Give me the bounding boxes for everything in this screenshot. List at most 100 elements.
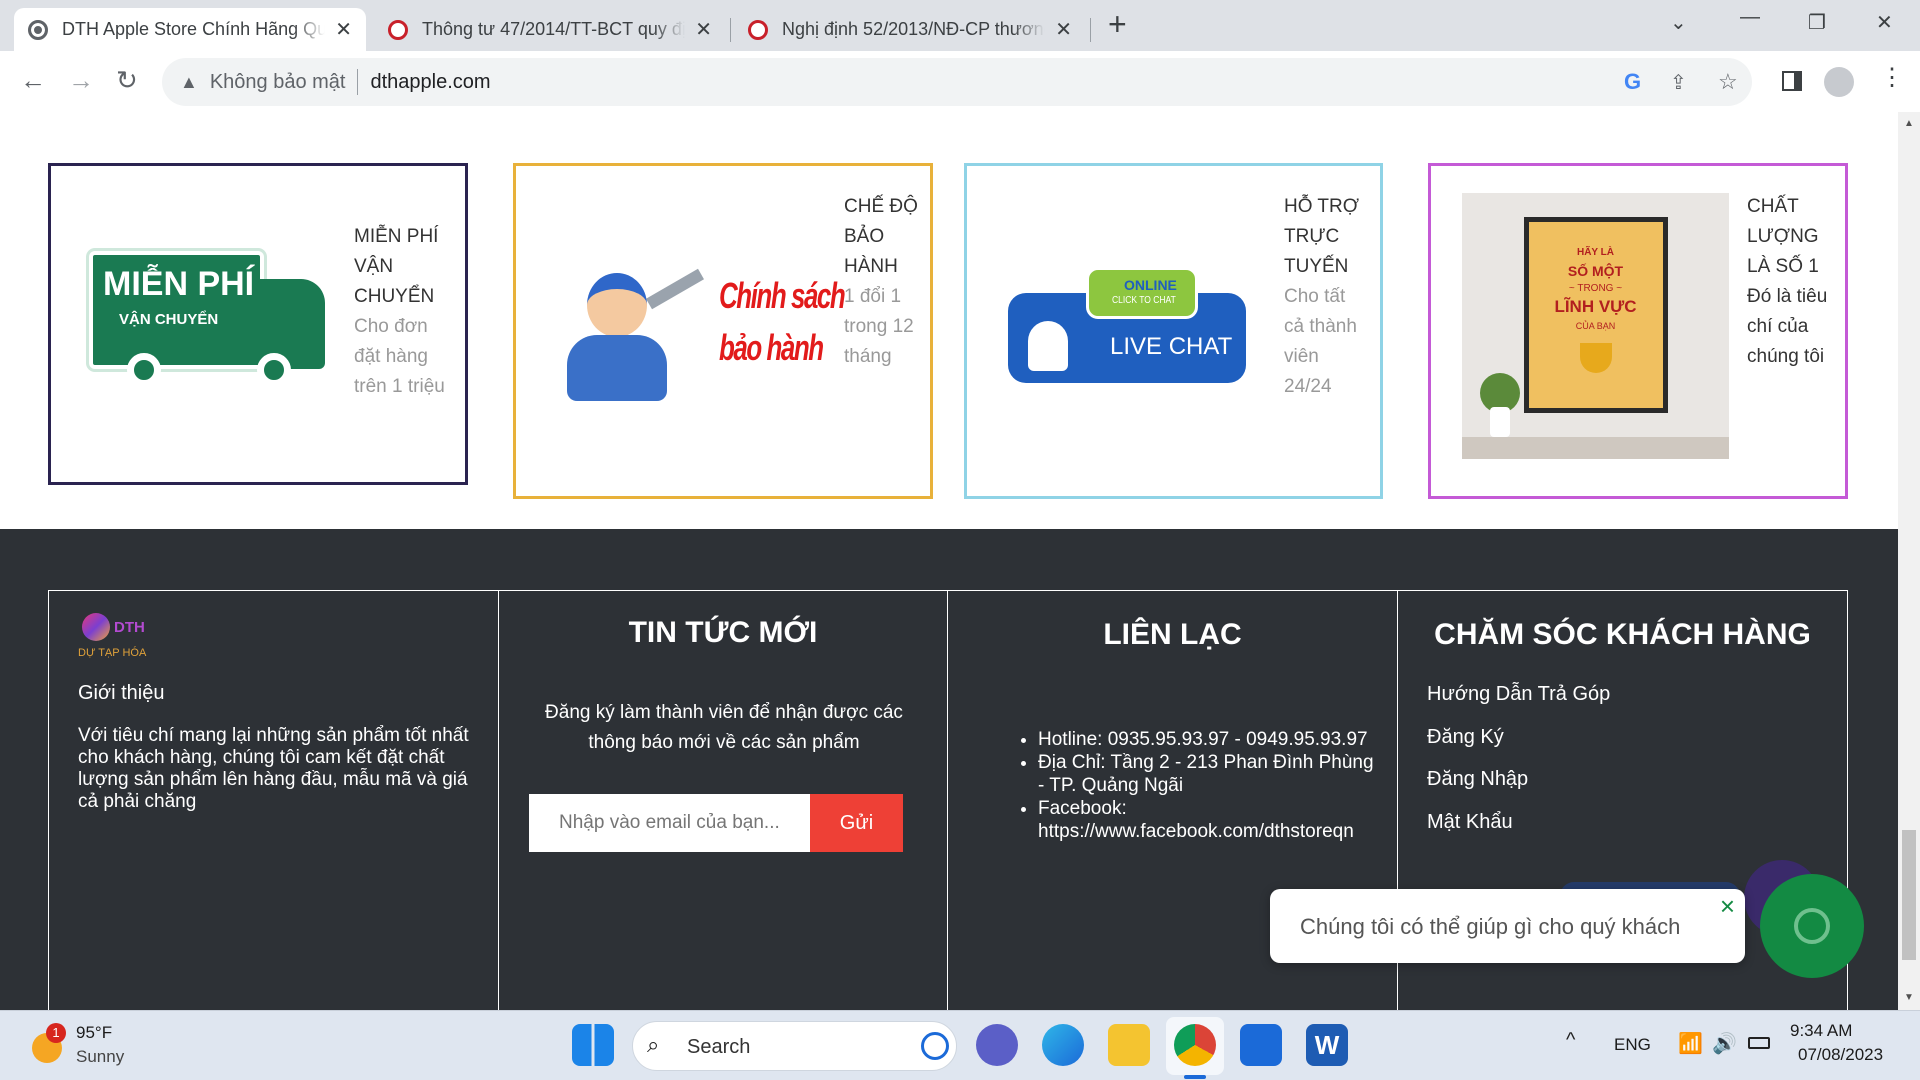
email-input[interactable] <box>529 794 810 852</box>
contact-list: Hotline: 0935.95.93.97 - 0949.95.93.97 Đ… <box>1038 728 1378 843</box>
footer-col-about: DTH DỰ TẠP HÓA Giới thiệu Với tiêu chí m… <box>48 590 499 1010</box>
live-chat-text: LIVE CHAT <box>1110 333 1233 360</box>
menu-dots-icon[interactable]: ⋮ <box>1880 63 1904 92</box>
battery-icon[interactable] <box>1748 1037 1770 1049</box>
tab-separator <box>1090 18 1091 42</box>
tab-thong-tu[interactable]: Thông tư 47/2014/TT-BCT quy định về quản… <box>374 8 726 51</box>
google-icon[interactable]: G <box>1624 69 1641 95</box>
browser-toolbar: ← → ↻ ▲ Không bảo mật dthapple.com G ⇪ ☆… <box>0 51 1920 112</box>
apple-logo-icon <box>82 613 110 641</box>
file-explorer-icon[interactable] <box>1108 1024 1150 1066</box>
mechanic-body <box>567 335 667 401</box>
clock-time[interactable]: 9:34 AM <box>1790 1021 1852 1041</box>
star-icon[interactable]: ☆ <box>1718 69 1738 95</box>
send-button[interactable]: Gửi <box>810 794 903 852</box>
scroll-up-arrow[interactable]: ▲ <box>1904 118 1914 129</box>
site-logo-icon <box>388 19 408 40</box>
chrome-active-indicator <box>1184 1075 1206 1079</box>
warranty-text-2: bảo hành <box>719 327 824 368</box>
profile-avatar-icon[interactable] <box>1824 67 1854 97</box>
restore-icon[interactable]: ❐ <box>1808 10 1826 35</box>
poster-text-5: CỦA BẠN <box>1575 321 1616 331</box>
contact-facebook[interactable]: Facebook: https://www.facebook.com/dthst… <box>1038 797 1378 843</box>
page-scrollbar[interactable]: ▲ ▼ <box>1898 112 1920 1010</box>
feature-free-shipping[interactable]: MIỄN PHÍ VẬN CHUYỂN MIỄN PHÍ VẬN CHUYỂN … <box>48 163 468 485</box>
page-viewport: MIỄN PHÍ VẬN CHUYỂN MIỄN PHÍ VẬN CHUYỂN … <box>0 112 1898 1010</box>
contact-title: LIÊN LẠC <box>1103 618 1242 651</box>
taskbar-search[interactable]: ⌕ Search <box>632 1021 957 1071</box>
wifi-icon[interactable]: 📶 <box>1678 1031 1703 1056</box>
logo-text: DTH <box>114 619 145 636</box>
globe-icon <box>28 19 48 40</box>
scroll-down-arrow[interactable]: ▼ <box>1904 992 1914 1003</box>
online-text: ONLINE <box>1124 277 1177 293</box>
window-close-icon[interactable]: ✕ <box>1876 10 1893 35</box>
address-bar[interactable]: ▲ Không bảo mật dthapple.com G ⇪ ☆ <box>162 58 1752 106</box>
weather-widget[interactable]: 1 95°F Sunny <box>28 1021 138 1071</box>
reload-icon[interactable]: ↻ <box>116 65 138 95</box>
feature-online-support[interactable]: ONLINE CLICK TO CHAT LIVE CHAT HỖ TRỢ TR… <box>964 163 1383 499</box>
close-icon[interactable]: ✕ <box>695 17 712 42</box>
clock-date[interactable]: 07/08/2023 <box>1798 1045 1883 1065</box>
weather-badge: 1 <box>46 1023 66 1043</box>
close-icon[interactable]: × <box>1720 891 1735 922</box>
language-indicator[interactable]: ENG <box>1614 1035 1651 1055</box>
care-link-installment[interactable]: Hướng Dẫn Trả Góp <box>1427 683 1610 706</box>
logo-subtext: DỰ TẠP HÓA <box>78 647 147 659</box>
truck-image: MIỄN PHÍ VẬN CHUYỂN <box>89 251 325 391</box>
tab-nghi-dinh[interactable]: Nghị định 52/2013/NĐ-CP thương mại điện … <box>734 8 1086 51</box>
close-icon[interactable]: ✕ <box>1055 17 1072 42</box>
divider <box>357 69 359 95</box>
word-icon[interactable]: W <box>1306 1024 1348 1066</box>
contact-address: Địa Chỉ: Tầng 2 - 213 Phan Đình Phùng - … <box>1038 751 1378 797</box>
edge-icon[interactable] <box>1042 1024 1084 1066</box>
wheel-icon <box>127 353 161 387</box>
url-text[interactable]: dthapple.com <box>370 71 490 94</box>
feature-desc: Cho đơn đặt hàng trên 1 triệu <box>354 316 445 397</box>
site-logo-icon <box>748 19 768 40</box>
chrome-icon[interactable] <box>1174 1024 1216 1066</box>
weather-temp: 95°F <box>76 1023 113 1042</box>
side-panel-icon[interactable] <box>1782 71 1802 91</box>
live-chat-image: ONLINE CLICK TO CHAT LIVE CHAT <box>998 263 1269 399</box>
chat-popup[interactable]: Chúng tôi có thể giúp gì cho quý khách × <box>1270 889 1745 963</box>
user-silhouette-icon <box>1028 321 1068 371</box>
mail-icon[interactable] <box>1240 1024 1282 1066</box>
feature-title: MIỄN PHÍ VẬN CHUYỂN <box>354 226 439 307</box>
care-link-login[interactable]: Đăng Nhập <box>1427 768 1528 791</box>
plant-pot-icon <box>1490 407 1510 437</box>
share-icon[interactable]: ⇪ <box>1670 70 1687 95</box>
chevron-down-icon[interactable]: ⌄ <box>1670 10 1687 35</box>
care-link-register[interactable]: Đăng Ký <box>1427 726 1504 749</box>
feature-warranty[interactable]: Chính sách bảo hành CHẾ ĐỘ BẢO HÀNH 1 đổ… <box>513 163 933 499</box>
close-icon[interactable]: ✕ <box>335 17 352 42</box>
feature-text: CHẤT LƯỢNG LÀ SỐ 1 Đó là tiêu chí của ch… <box>1747 192 1829 372</box>
new-tab-button[interactable]: + <box>1108 6 1127 43</box>
news-text: Đăng ký làm thành viên để nhận được các … <box>545 702 903 753</box>
click-to-chat-text: CLICK TO CHAT <box>1112 295 1176 306</box>
poster-text-4: LĨNH VỰC <box>1554 297 1637 316</box>
volume-icon[interactable]: 🔊 <box>1712 1031 1737 1056</box>
poster-image: HÃY LÀ SỐ MỘT ~ TRONG ~ LĨNH VỰC CỦA BẠN <box>1462 193 1729 459</box>
minimize-icon[interactable]: — <box>1740 6 1760 29</box>
feature-title: HỖ TRỢ TRỰC TUYẾN <box>1284 196 1360 277</box>
windows-start-icon[interactable] <box>572 1024 614 1066</box>
footer-col-news: TIN TỨC MỚI Đăng ký làm thành viên để nh… <box>498 590 948 1010</box>
messenger-button[interactable] <box>1760 874 1864 978</box>
tab-dth-apple[interactable]: DTH Apple Store Chính Hãng Quảng Ngãi ✕ <box>14 8 366 51</box>
warning-icon[interactable]: ▲ <box>180 72 198 93</box>
poster-text-2: SỐ MỘT <box>1567 263 1624 279</box>
intro-heading: Giới thiệu <box>78 682 165 704</box>
scroll-thumb[interactable] <box>1902 830 1916 960</box>
chevron-up-icon[interactable]: ^ <box>1566 1029 1575 1052</box>
teams-icon[interactable] <box>976 1024 1018 1066</box>
care-title: CHĂM SÓC KHÁCH HÀNG <box>1434 618 1811 651</box>
feature-text: HỖ TRỢ TRỰC TUYẾN Cho tất cả thành viên … <box>1284 192 1366 402</box>
back-arrow-icon[interactable]: ← <box>20 65 46 95</box>
feature-text: MIỄN PHÍ VẬN CHUYỂN Cho đơn đặt hàng trê… <box>354 222 446 402</box>
wheel-icon <box>257 353 291 387</box>
forward-arrow-icon[interactable]: → <box>68 65 94 95</box>
care-link-password[interactable]: Mật Khẩu <box>1427 811 1513 834</box>
feature-quality[interactable]: HÃY LÀ SỐ MỘT ~ TRONG ~ LĨNH VỰC CỦA BẠN… <box>1428 163 1848 499</box>
security-label[interactable]: Không bảo mật <box>210 71 346 94</box>
